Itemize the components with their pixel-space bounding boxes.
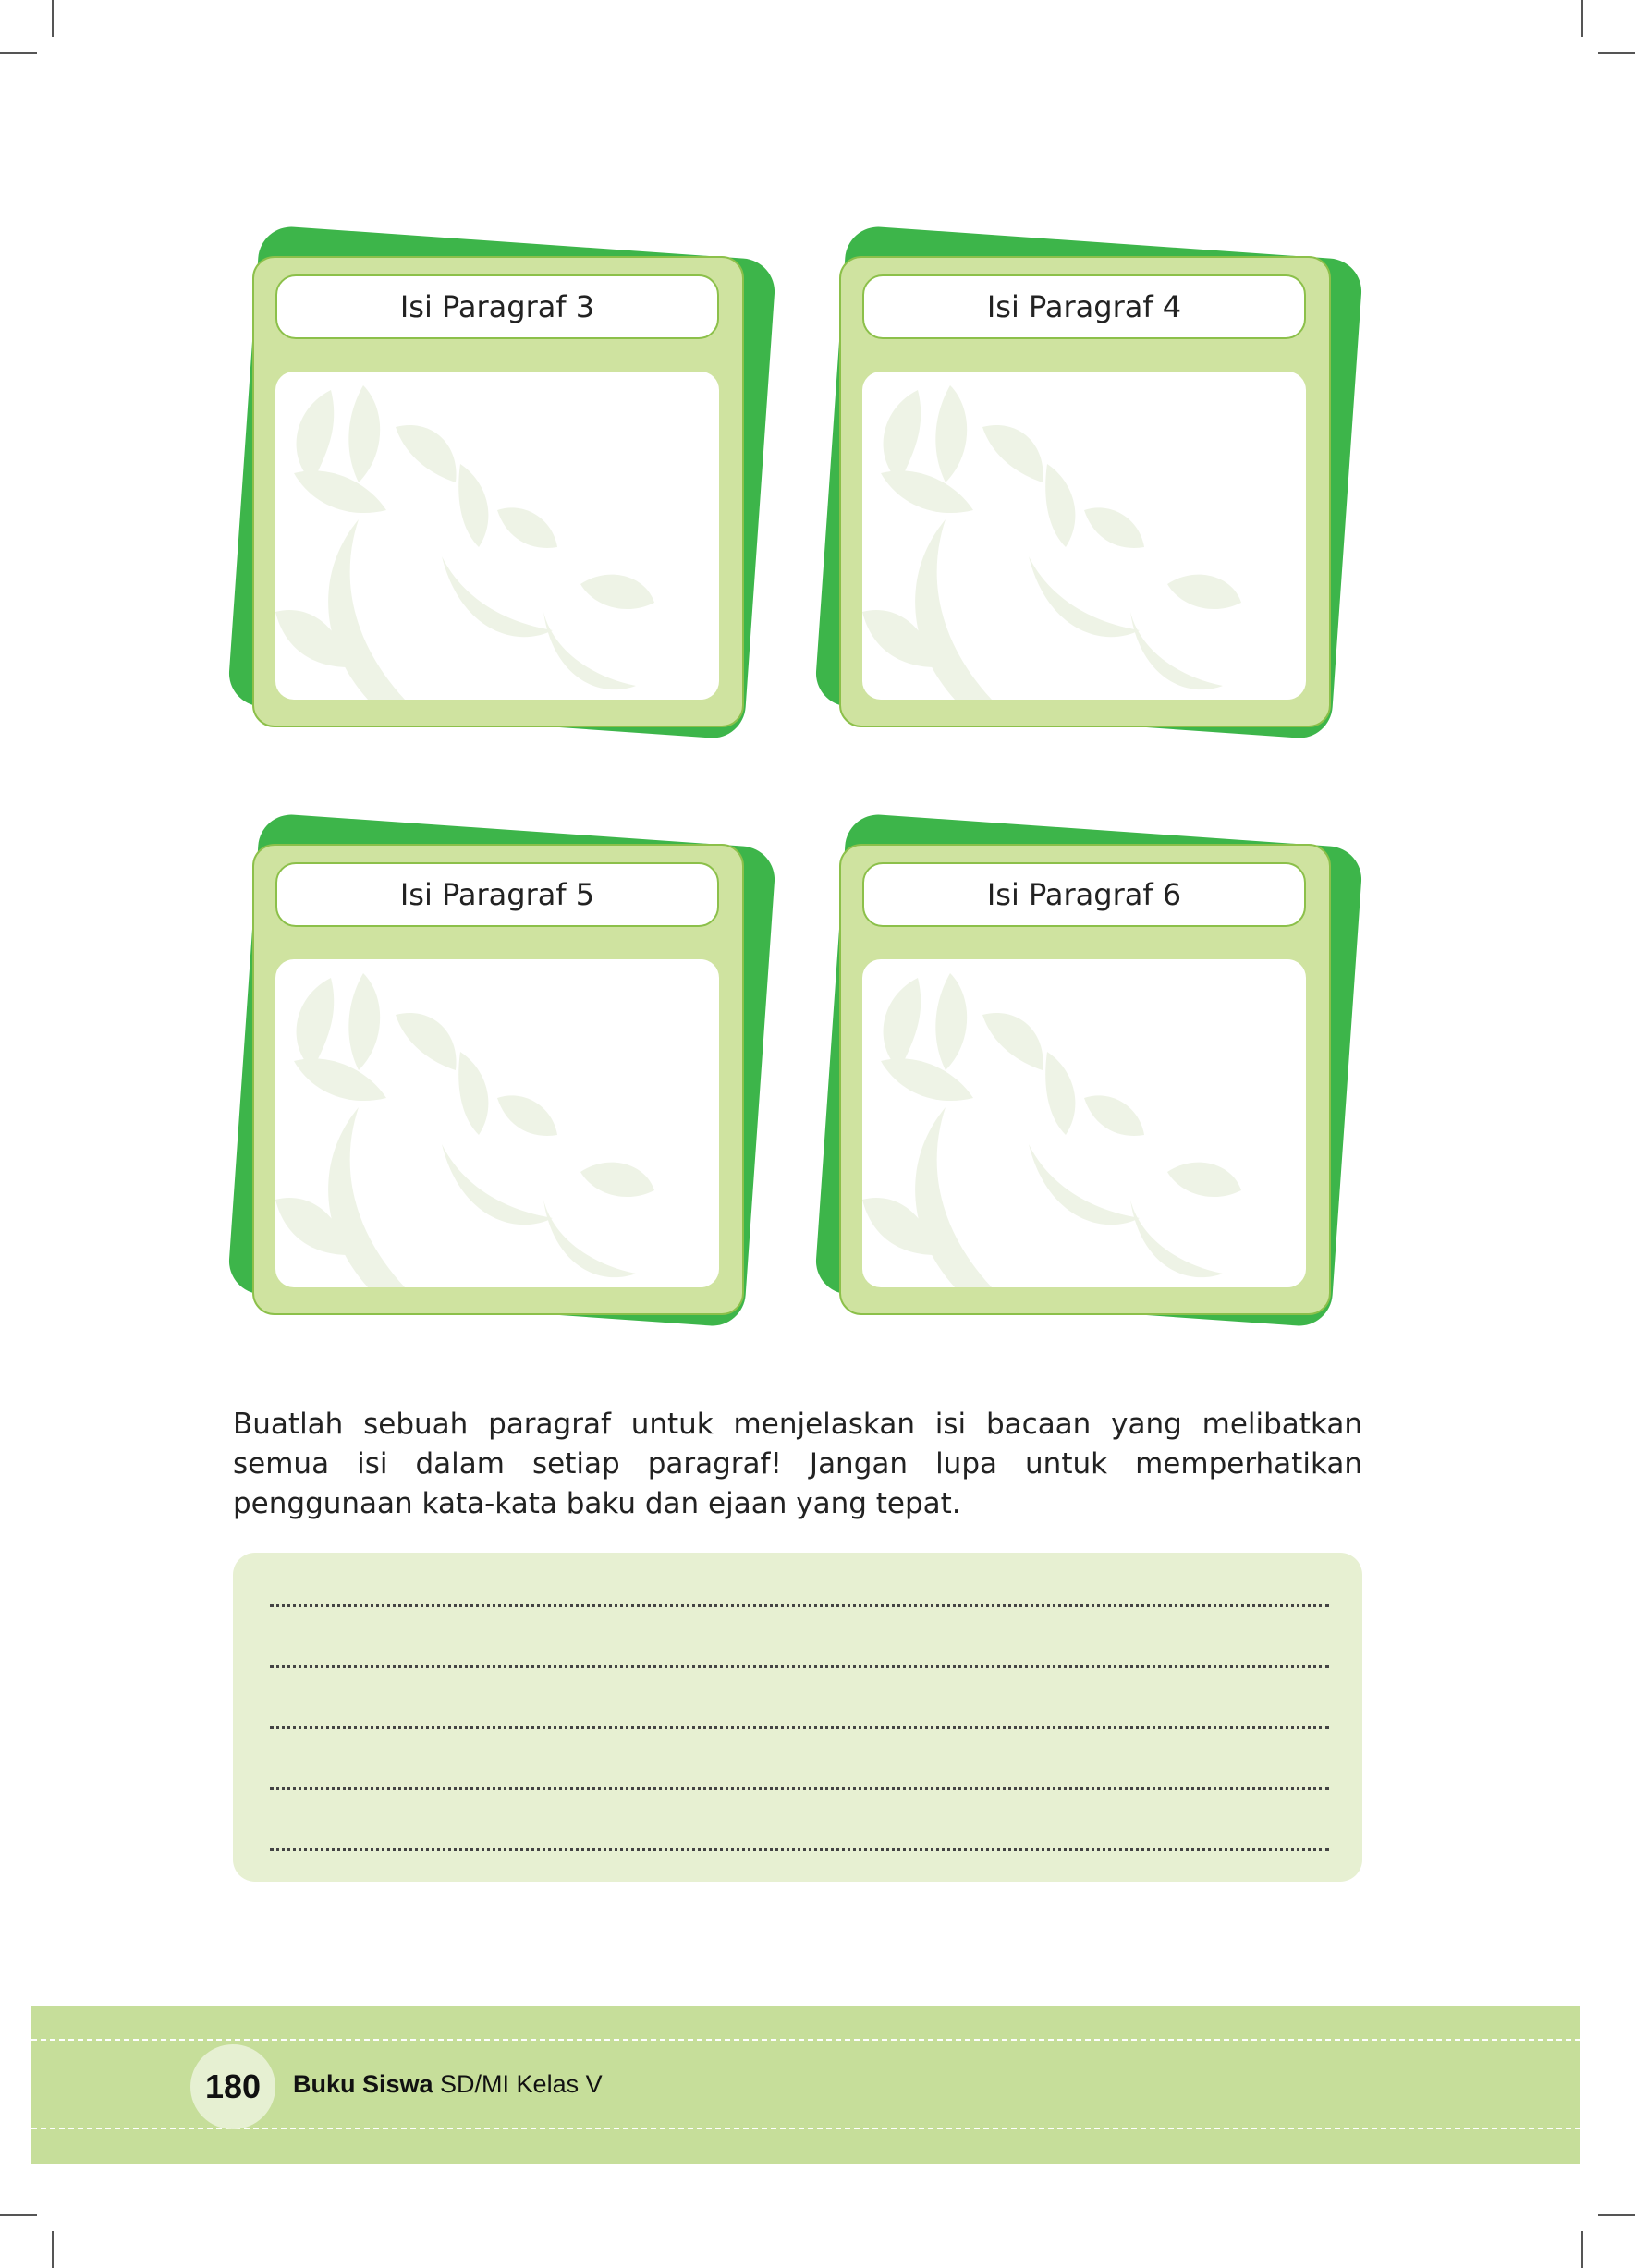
book-title-bold: Buku Siswa: [293, 2070, 433, 2098]
answer-line[interactable]: [270, 1787, 1329, 1790]
floral-pattern-icon: [862, 385, 1241, 700]
floral-pattern-icon: [862, 973, 1241, 1287]
card-writing-area[interactable]: [862, 372, 1306, 700]
crop-mark: [52, 2231, 54, 2268]
crop-mark: [1581, 2231, 1583, 2268]
paragraph-card-3: Isi Paragraf 3: [226, 225, 788, 778]
footer-dashed-line: [31, 2039, 1580, 2041]
answer-line[interactable]: [270, 1848, 1329, 1851]
crop-mark: [1581, 0, 1583, 37]
paragraph-card-4: Isi Paragraf 4: [813, 225, 1375, 778]
book-title: Buku Siswa SD/MI Kelas V: [293, 2070, 603, 2099]
answer-line[interactable]: [270, 1665, 1329, 1668]
card-title: Isi Paragraf 4: [862, 274, 1306, 339]
floral-pattern-icon: [275, 973, 654, 1287]
card-title: Isi Paragraf 6: [862, 862, 1306, 927]
book-title-rest: SD/MI Kelas V: [433, 2070, 603, 2098]
answer-line[interactable]: [270, 1726, 1329, 1729]
page-number: 180: [190, 2044, 275, 2129]
crop-mark: [52, 0, 54, 37]
answer-box[interactable]: [233, 1553, 1362, 1882]
instruction-text: Buatlah sebuah paragraf untuk menjelaska…: [233, 1408, 1362, 1520]
paragraph-card-6: Isi Paragraf 6: [813, 812, 1375, 1366]
footer-dashed-line: [31, 2128, 1580, 2129]
card-writing-area[interactable]: [862, 959, 1306, 1287]
page-footer: 180 Buku Siswa SD/MI Kelas V: [31, 2006, 1580, 2164]
floral-pattern-icon: [275, 385, 654, 700]
card-writing-area[interactable]: [275, 959, 719, 1287]
crop-mark: [1598, 2214, 1635, 2216]
card-title: Isi Paragraf 5: [275, 862, 719, 927]
crop-mark: [0, 2214, 37, 2216]
card-writing-area[interactable]: [275, 372, 719, 700]
crop-mark: [0, 52, 37, 54]
crop-mark: [1598, 52, 1635, 54]
paragraph-card-5: Isi Paragraf 5: [226, 812, 788, 1366]
answer-line[interactable]: [270, 1604, 1329, 1607]
card-title: Isi Paragraf 3: [275, 274, 719, 339]
